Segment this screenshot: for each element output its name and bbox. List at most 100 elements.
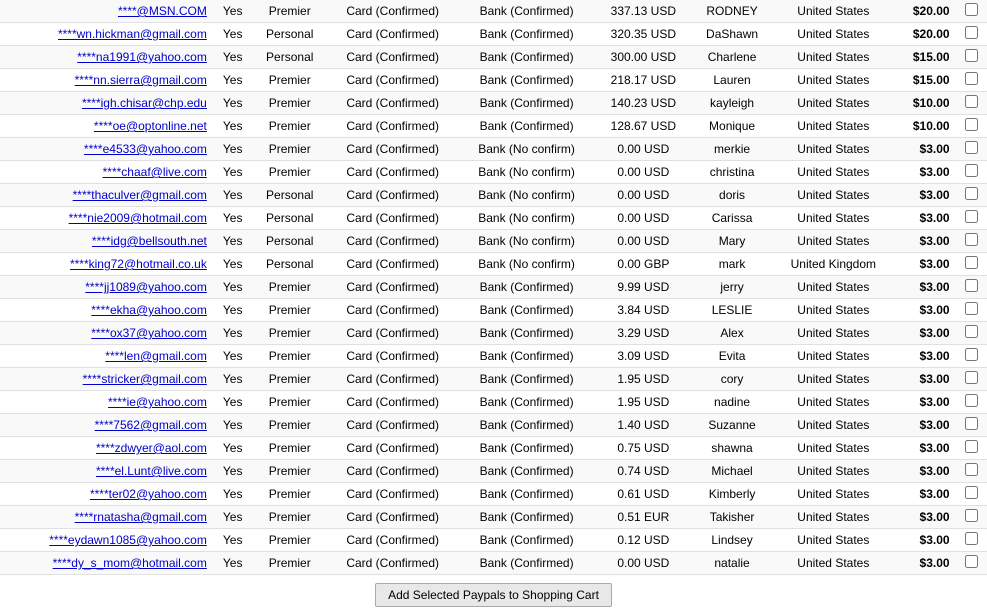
email-cell[interactable]: ****eydawn1085@yahoo.com [0,529,213,552]
checkbox-cell [956,414,987,437]
row-checkbox[interactable] [965,325,978,338]
amount-cell: $3.00 [894,483,955,506]
amount-cell: $3.00 [894,437,955,460]
row-checkbox[interactable] [965,509,978,522]
bank-cell: Bank (Confirmed) [458,115,594,138]
card-cell: Card (Confirmed) [327,230,458,253]
email-cell[interactable]: ****king72@hotmail.co.uk [0,253,213,276]
email-cell[interactable]: ****rnatasha@gmail.com [0,506,213,529]
row-checkbox[interactable] [965,302,978,315]
row-checkbox[interactable] [965,187,978,200]
row-checkbox[interactable] [965,348,978,361]
email-cell[interactable]: ****@MSN.COM [0,0,213,23]
email-cell[interactable]: ****zdwyer@aol.com [0,437,213,460]
balance-cell: 1.95 USD [595,368,692,391]
card-cell: Card (Confirmed) [327,460,458,483]
email-cell[interactable]: ****e4533@yahoo.com [0,138,213,161]
name-cell: jerry [692,276,772,299]
type-cell: Premier [252,460,327,483]
row-checkbox[interactable] [965,256,978,269]
email-cell[interactable]: ****len@gmail.com [0,345,213,368]
table-row: ****oe@optonline.netYesPremierCard (Conf… [0,115,987,138]
email-cell[interactable]: ****oe@optonline.net [0,115,213,138]
email-cell[interactable]: ****ter02@yahoo.com [0,483,213,506]
table-row: ****7562@gmail.comYesPremierCard (Confir… [0,414,987,437]
email-cell[interactable]: ****ox37@yahoo.com [0,322,213,345]
type-cell: Personal [252,23,327,46]
row-checkbox[interactable] [965,118,978,131]
type-cell: Premier [252,506,327,529]
row-checkbox[interactable] [965,95,978,108]
amount-cell: $15.00 [894,46,955,69]
checkbox-cell [956,368,987,391]
type-cell: Personal [252,253,327,276]
email-cell[interactable]: ****el.Lunt@live.com [0,460,213,483]
checkbox-cell [956,345,987,368]
checkbox-cell [956,437,987,460]
row-checkbox[interactable] [965,279,978,292]
row-checkbox[interactable] [965,555,978,568]
bank-cell: Bank (No confirm) [458,161,594,184]
email-cell[interactable]: ****jj1089@yahoo.com [0,276,213,299]
amount-cell: $3.00 [894,299,955,322]
checkbox-cell [956,483,987,506]
row-checkbox[interactable] [965,3,978,16]
email-cell[interactable]: ****stricker@gmail.com [0,368,213,391]
email-cell[interactable]: ****wn.hickman@gmail.com [0,23,213,46]
country-cell: United States [772,92,894,115]
email-cell[interactable]: ****igh.chisar@chp.edu [0,92,213,115]
balance-cell: 3.09 USD [595,345,692,368]
amount-cell: $3.00 [894,184,955,207]
row-checkbox[interactable] [965,164,978,177]
email-cell[interactable]: ****7562@gmail.com [0,414,213,437]
email-cell[interactable]: ****thaculver@gmail.com [0,184,213,207]
row-checkbox[interactable] [965,486,978,499]
email-cell[interactable]: ****nie2009@hotmail.com [0,207,213,230]
bank-cell: Bank (No confirm) [458,207,594,230]
amount-cell: $3.00 [894,414,955,437]
row-checkbox[interactable] [965,26,978,39]
row-checkbox[interactable] [965,72,978,85]
row-checkbox[interactable] [965,394,978,407]
row-checkbox[interactable] [965,371,978,384]
add-to-cart-button[interactable]: Add Selected Paypals to Shopping Cart [375,583,612,607]
row-checkbox[interactable] [965,210,978,223]
card-cell: Card (Confirmed) [327,322,458,345]
checkbox-cell [956,276,987,299]
name-cell: shawna [692,437,772,460]
balance-cell: 3.29 USD [595,322,692,345]
amount-cell: $3.00 [894,460,955,483]
row-checkbox[interactable] [965,463,978,476]
email-cell[interactable]: ****ekha@yahoo.com [0,299,213,322]
checkbox-cell [956,552,987,575]
card-cell: Card (Confirmed) [327,506,458,529]
email-cell[interactable]: ****idg@bellsouth.net [0,230,213,253]
email-cell[interactable]: ****ie@yahoo.com [0,391,213,414]
email-cell[interactable]: ****na1991@yahoo.com [0,46,213,69]
name-cell: Carissa [692,207,772,230]
card-cell: Card (Confirmed) [327,552,458,575]
bank-cell: Bank (No confirm) [458,138,594,161]
bank-cell: Bank (Confirmed) [458,414,594,437]
amount-cell: $10.00 [894,92,955,115]
checkbox-cell [956,184,987,207]
balance-cell: 320.35 USD [595,23,692,46]
email-cell[interactable]: ****chaaf@live.com [0,161,213,184]
country-cell: United States [772,345,894,368]
balance-cell: 0.00 USD [595,207,692,230]
country-cell: United States [772,276,894,299]
row-checkbox[interactable] [965,49,978,62]
row-checkbox[interactable] [965,141,978,154]
checkbox-cell [956,299,987,322]
checkbox-cell [956,92,987,115]
email-cell[interactable]: ****nn.sierra@gmail.com [0,69,213,92]
row-checkbox[interactable] [965,532,978,545]
name-cell: Mary [692,230,772,253]
bank-cell: Bank (Confirmed) [458,506,594,529]
row-checkbox[interactable] [965,233,978,246]
type-cell: Premier [252,437,327,460]
row-checkbox[interactable] [965,440,978,453]
email-cell[interactable]: ****dy_s_mom@hotmail.com [0,552,213,575]
row-checkbox[interactable] [965,417,978,430]
card-cell: Card (Confirmed) [327,207,458,230]
